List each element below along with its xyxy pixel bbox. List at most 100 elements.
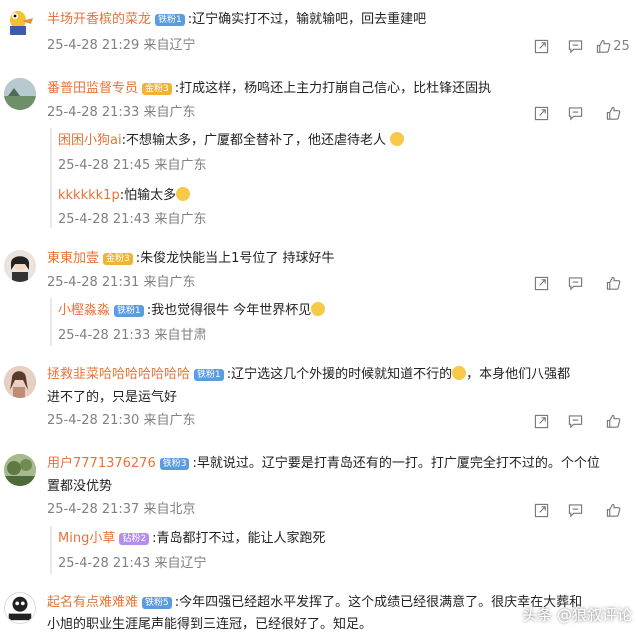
- location: 来自广东: [154, 212, 207, 227]
- watermark: 头条 @狼叙评论: [522, 606, 632, 624]
- like-icon: [606, 276, 620, 290]
- like-icon: [606, 106, 620, 120]
- timestamp: 25-4-28 21:31: [47, 275, 140, 290]
- share-icon: [534, 39, 548, 53]
- location: 来自广东: [143, 275, 196, 290]
- reply-text: :青岛都打不过，能让人家跑死: [152, 531, 326, 546]
- username[interactable]: 起名有点难难难: [47, 595, 138, 610]
- emoji-icon: [452, 366, 467, 380]
- reply-username[interactable]: Ming小草: [58, 531, 115, 546]
- fan-badge: 铁粉3: [159, 458, 190, 470]
- diamond-badge: 钻粉2: [119, 533, 150, 545]
- comment-button[interactable]: [558, 501, 592, 519]
- fan-badge: 铁粉1: [114, 305, 144, 317]
- comment-text-line2: 置都没优势: [47, 479, 113, 494]
- location: 来自广东: [143, 413, 196, 428]
- comment-button[interactable]: [558, 104, 592, 122]
- reply-username[interactable]: 困困小狗ai: [58, 133, 122, 148]
- fan-badge: 铁粉1: [155, 14, 185, 26]
- like-button[interactable]: [592, 274, 634, 292]
- emoji-icon: [176, 187, 191, 201]
- location: 来自广东: [143, 105, 196, 120]
- username[interactable]: 東東加壹: [47, 251, 99, 266]
- like-button[interactable]: [592, 104, 634, 122]
- timestamp: 25-4-28 21:45: [58, 158, 151, 173]
- timestamp: 25-4-28 21:33: [47, 105, 140, 120]
- timestamp: 25-4-28 21:30: [47, 413, 140, 428]
- avatar[interactable]: [4, 78, 36, 110]
- share-button[interactable]: [524, 501, 558, 519]
- comment-button[interactable]: [558, 412, 592, 430]
- avatar[interactable]: [4, 454, 36, 486]
- comment-icon: [568, 414, 582, 428]
- share-icon: [534, 503, 548, 517]
- timestamp: 25-4-28 21:43: [58, 212, 151, 227]
- gold-badge: 金粉3: [103, 253, 133, 265]
- share-button[interactable]: [524, 274, 558, 292]
- reply-divider: [50, 298, 52, 346]
- like-button[interactable]: [592, 501, 634, 519]
- reply-divider: [50, 526, 52, 574]
- reply-username[interactable]: 小樫淼淼: [58, 303, 110, 318]
- like-icon: [606, 503, 620, 517]
- reply-divider: [50, 128, 52, 228]
- reply-text: :我也觉得很牛 今年世界杯见: [146, 303, 312, 318]
- comment-text-line2: 进不了的，只是运气好: [47, 390, 178, 405]
- share-button[interactable]: [524, 37, 558, 55]
- timestamp: 25-4-28 21:33: [58, 328, 151, 343]
- reply-username[interactable]: kkkkkk1p: [58, 188, 120, 203]
- share-icon: [534, 414, 548, 428]
- comment-icon: [568, 39, 582, 53]
- like-icon: [597, 39, 611, 53]
- share-icon: [534, 276, 548, 290]
- emoji-icon: [311, 302, 326, 316]
- avatar[interactable]: [4, 250, 36, 282]
- comment-text-continued: ，本身他们八强都: [466, 367, 571, 382]
- like-icon: [606, 414, 620, 428]
- comment-icon: [568, 276, 582, 290]
- location: 来自甘肃: [154, 328, 207, 343]
- like-button[interactable]: [592, 412, 634, 430]
- avatar-portrait-icon: [4, 250, 36, 282]
- username[interactable]: 用户7771376276: [47, 456, 156, 471]
- avatar-cartoon-icon: [5, 7, 35, 37]
- avatar[interactable]: [4, 366, 36, 398]
- like-count: 25: [613, 38, 630, 54]
- fan-badge: 铁粉1: [194, 369, 224, 381]
- location: 来自北京: [143, 502, 196, 517]
- share-button[interactable]: [524, 412, 558, 430]
- emoji-icon: [390, 132, 405, 146]
- comment-text: :辽宁确实打不过，输就输吧，回去重建吧: [187, 12, 427, 27]
- like-button[interactable]: 25: [592, 37, 634, 55]
- comment-button[interactable]: [558, 274, 592, 292]
- comment-text: :打成这样，杨鸣还上主力打崩自己信心，比杜锋还固执: [174, 81, 492, 96]
- comment-text: :朱俊龙快能当上1号位了 持球好牛: [135, 251, 335, 266]
- comment-icon: [568, 106, 582, 120]
- comment-icon: [568, 503, 582, 517]
- location: 来自辽宁: [143, 38, 196, 53]
- reply-text: :怕输太多: [119, 188, 177, 203]
- avatar[interactable]: [4, 6, 36, 38]
- comment-text: :早就说过。辽宁要是打青岛还有的一打。打广厦完全打不过的。个个位: [192, 456, 600, 471]
- timestamp: 25-4-28 21:29: [47, 38, 140, 53]
- comment-text: :辽宁选这几个外援的时候就知道不行的: [226, 367, 453, 382]
- timestamp: 25-4-28 21:37: [47, 502, 140, 517]
- username[interactable]: 半场开香槟的菜龙: [47, 12, 151, 27]
- share-button[interactable]: [524, 104, 558, 122]
- timestamp: 25-4-28 21:43: [58, 556, 151, 571]
- comment-text-line2: 小旭的职业生涯尾声能得到三连冠，已经很好了。知足。: [47, 617, 373, 632]
- comment-button[interactable]: [558, 37, 592, 55]
- fan-badge: 铁粉5: [142, 597, 172, 609]
- gold-badge: 金粉3: [142, 83, 172, 95]
- avatar-meme-icon: [8, 596, 32, 621]
- avatar-landscape-icon: [4, 78, 36, 110]
- location: 来自辽宁: [154, 556, 207, 571]
- reply-text: :不想输太多，广厦都全替补了，他还虐待老人: [121, 133, 386, 148]
- avatar-nature-icon: [4, 454, 36, 486]
- username[interactable]: 拯救韭菜哈哈哈哈哈哈哈: [47, 367, 190, 382]
- username[interactable]: 番普田监督专员: [47, 81, 138, 96]
- avatar[interactable]: [4, 592, 36, 624]
- avatar-portrait-icon: [4, 366, 36, 398]
- location: 来自广东: [154, 158, 207, 173]
- share-icon: [534, 106, 548, 120]
